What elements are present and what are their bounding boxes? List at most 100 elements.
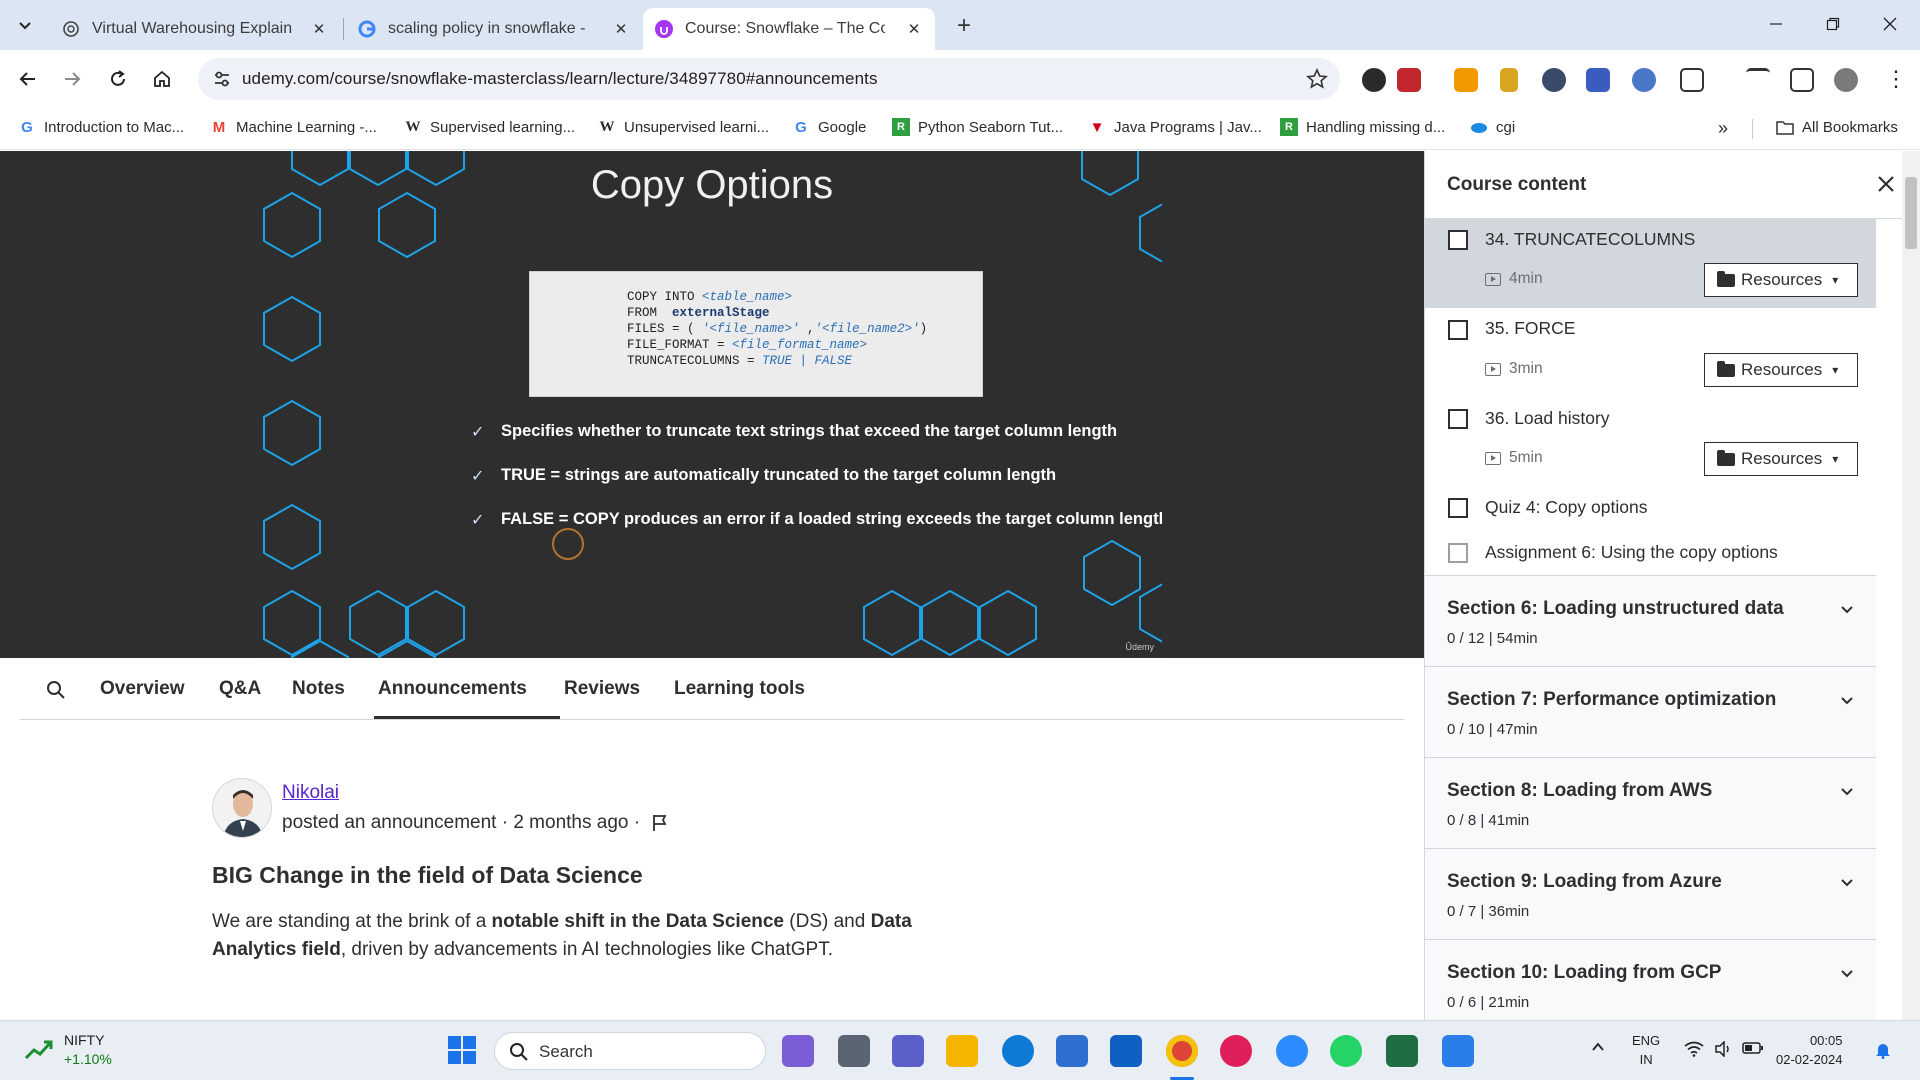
notepad-icon[interactable] [1442,1035,1474,1067]
all-bookmarks-button[interactable]: All Bookmarks [1776,118,1898,136]
section-item[interactable]: Section 10: Loading from GCP 0 / 6 | 21m… [1425,939,1877,1020]
windows-start-icon[interactable] [446,1034,478,1066]
hp-icon[interactable] [1110,1035,1142,1067]
arrow-right-icon [65,72,81,86]
bookmark-item[interactable]: W Supervised learning... [404,118,576,136]
lecture-checkbox[interactable] [1448,230,1468,250]
extensions-puzzle-icon[interactable] [1680,68,1704,92]
bookmark-item[interactable]: cgi [1470,118,1515,136]
bookmark-item[interactable]: R Python Seaborn Tut... [892,118,1063,136]
close-tab-icon[interactable]: ✕ [612,20,630,38]
author-avatar[interactable] [212,778,272,838]
bookmark-item[interactable]: W Unsupervised learni... [598,118,770,136]
extension-shield-icon[interactable] [1632,68,1656,92]
lecture-item[interactable]: 35. FORCE 3min Resources ▾ [1425,308,1877,398]
edge-icon[interactable] [1002,1035,1034,1067]
side-panel-icon[interactable] [1790,68,1814,92]
close-window-button[interactable] [1876,12,1904,36]
copilot-icon[interactable] [782,1035,814,1067]
extension-pdf-icon[interactable] [1397,68,1421,92]
new-tab-button[interactable]: + [950,12,978,40]
language-indicator[interactable]: ENG IN [1632,1031,1660,1069]
extension-color-icon[interactable] [1586,68,1610,92]
media-controls-icon[interactable] [1746,68,1770,92]
tab-reviews[interactable]: Reviews [564,678,640,700]
extension-clipboard-icon[interactable] [1500,68,1518,92]
tab-announcements[interactable]: Announcements [378,678,527,700]
chrome-icon[interactable] [1166,1035,1198,1067]
lecture-title: 34. TRUNCATECOLUMNS [1485,229,1696,249]
extension-arrow-icon[interactable] [1542,68,1566,92]
bell-icon [1876,1044,1890,1059]
quiz-title: Quiz 4: Copy options [1485,497,1648,517]
clock[interactable]: 00:05 02-02-2024 [1776,1031,1843,1069]
section-item[interactable]: Section 6: Loading unstructured data 0 /… [1425,575,1877,666]
resources-button[interactable]: Resources ▾ [1704,442,1858,476]
tab-scaling-policy[interactable]: scaling policy in snowflake - Go ✕ [346,8,642,50]
zoom-icon[interactable] [1276,1035,1308,1067]
bookmark-item[interactable]: G Google [792,118,866,136]
back-button[interactable] [14,65,42,93]
assignment-title: Assignment 6: Using the copy options [1485,542,1778,562]
more-menu-icon[interactable]: ⋮ [1884,68,1908,92]
resources-button[interactable]: Resources ▾ [1704,353,1858,387]
tab-learning-tools[interactable]: Learning tools [674,678,805,700]
extension-grid-icon[interactable] [1454,68,1478,92]
lecture-item[interactable]: 34. TRUNCATECOLUMNS 4min Resources ▾ [1425,219,1877,308]
section-item[interactable]: Section 9: Loading from Azure 0 / 7 | 36… [1425,848,1877,939]
tab-virtual-warehousing[interactable]: Virtual Warehousing Explained ✕ [50,8,340,50]
udemy-watermark: Ûdemy [1125,642,1154,652]
resources-button[interactable]: Resources ▾ [1704,263,1858,297]
minimize-button[interactable] [1762,12,1790,36]
bookmark-item[interactable]: G Introduction to Mac... [18,118,184,136]
bookmark-item[interactable]: M Machine Learning -... [210,118,377,136]
forward-button[interactable] [58,65,86,93]
tab-qa[interactable]: Q&A [219,678,261,700]
assignment-item[interactable]: Assignment 6: Using the copy options [1425,532,1877,576]
notifications-button[interactable] [1874,1041,1892,1064]
scrollbar-thumb[interactable] [1905,177,1917,249]
whatsapp-icon[interactable] [1330,1035,1362,1067]
home-button[interactable] [148,65,176,93]
excel-icon[interactable] [1386,1035,1418,1067]
bookmark-item[interactable]: R Handling missing d... [1280,118,1445,136]
close-sidebar-button[interactable] [1873,171,1899,197]
tab-overview[interactable]: Overview [100,678,185,700]
author-name-link[interactable]: Nikolai [282,782,339,804]
flag-icon[interactable] [650,813,670,833]
lecture-checkbox[interactable] [1448,409,1468,429]
tab-search-button[interactable] [12,13,38,39]
page-scrollbar[interactable] [1902,151,1920,1020]
address-bar[interactable]: udemy.com/course/snowflake-masterclass/l… [198,58,1340,100]
quiz-checkbox[interactable] [1448,498,1468,518]
bookmark-star-icon[interactable] [1306,68,1328,90]
system-tray-status[interactable] [1684,1041,1764,1057]
extension-k-icon[interactable] [1362,68,1386,92]
tab-snowflake-course[interactable]: Course: Snowflake – The Compl ✕ [643,8,935,50]
assignment-checkbox[interactable] [1448,543,1468,563]
site-info-icon[interactable] [212,69,232,89]
close-tab-icon[interactable]: ✕ [310,20,328,38]
tab-notes[interactable]: Notes [292,678,345,700]
lecture-checkbox[interactable] [1448,320,1468,340]
section-item[interactable]: Section 8: Loading from AWS 0 / 8 | 41mi… [1425,757,1877,848]
store-icon[interactable] [1056,1035,1088,1067]
slack-icon[interactable] [1220,1035,1252,1067]
profile-avatar[interactable] [1834,68,1858,92]
show-hidden-icons[interactable] [1590,1039,1606,1060]
task-view-icon[interactable] [838,1035,870,1067]
restore-button[interactable] [1819,12,1847,36]
close-tab-icon[interactable]: ✕ [905,20,923,38]
section-item[interactable]: Section 7: Performance optimization 0 / … [1425,666,1877,757]
lecture-item[interactable]: 36. Load history 5min Resources ▾ [1425,398,1877,487]
search-tab[interactable] [46,680,66,706]
more-bookmarks-button[interactable]: » [1718,118,1728,139]
taskbar-search[interactable]: Search [494,1032,766,1070]
teams-icon[interactable] [892,1035,924,1067]
bookmark-item[interactable]: ▼ Java Programs | Jav... [1088,118,1262,136]
stock-widget[interactable]: NIFTY +1.10% [24,1031,112,1069]
file-explorer-icon[interactable] [946,1035,978,1067]
hexagon-decoration [263,151,1162,658]
reload-button[interactable] [104,65,132,93]
quiz-item[interactable]: Quiz 4: Copy options [1425,487,1877,532]
